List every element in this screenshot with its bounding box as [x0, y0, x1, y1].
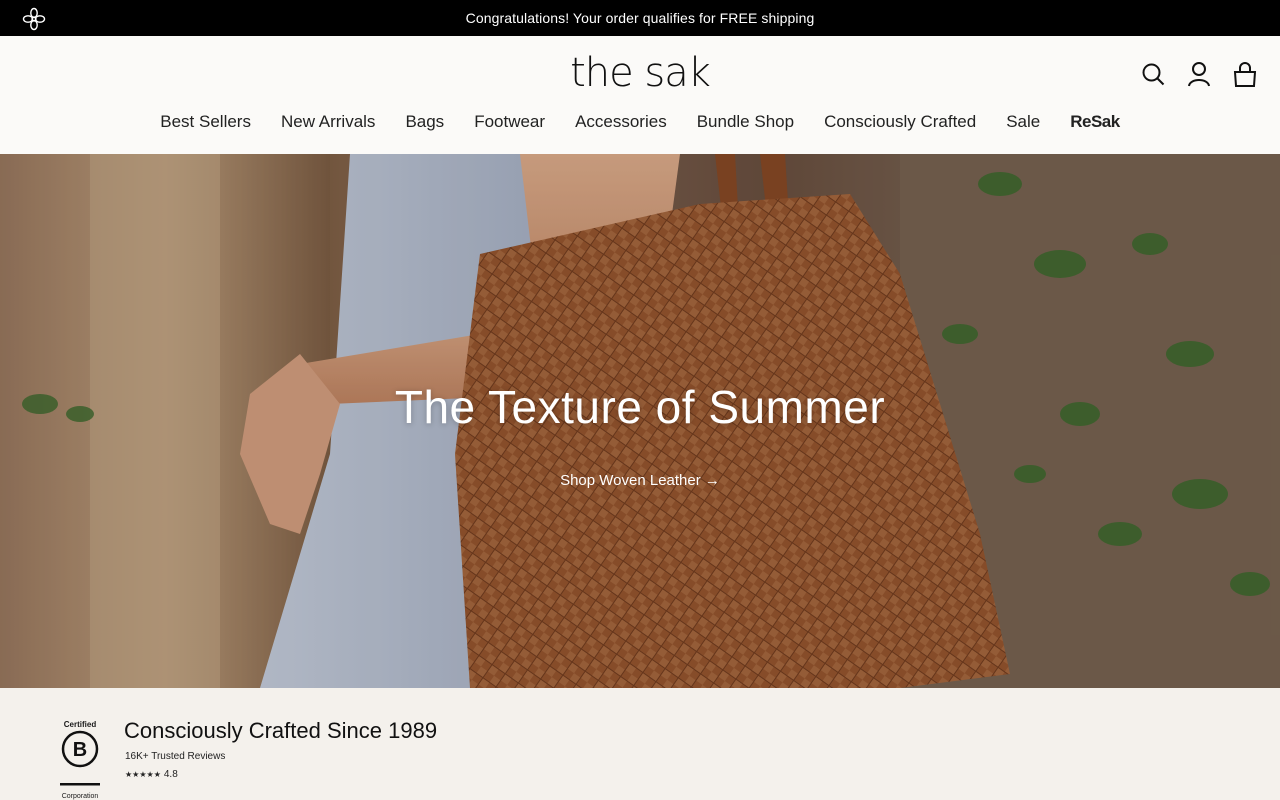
nav-best-sellers[interactable]: Best Sellers — [145, 112, 266, 132]
rating-value: 4.8 — [163, 769, 178, 780]
nav-sale[interactable]: Sale — [991, 112, 1055, 132]
svg-text:B: B — [73, 739, 87, 761]
bag-icon[interactable] — [1232, 60, 1258, 88]
nav-new-arrivals[interactable]: New Arrivals — [266, 112, 390, 132]
hero-banner[interactable]: The Texture of Summer Shop Woven Leather… — [0, 154, 1280, 688]
site-header: the sak Best Sellers New Arrivals Bags F… — [0, 36, 1280, 154]
flower-logo-icon[interactable] — [22, 7, 46, 31]
nav-bags[interactable]: Bags — [390, 112, 459, 132]
logo[interactable]: the sak — [0, 50, 1280, 96]
bcorp-badge: Certified B Corporation — [58, 720, 102, 800]
bcorp-corporation-label: Corporation — [61, 793, 99, 800]
nav-resak[interactable]: ReSak — [1055, 112, 1134, 132]
nav-consciously-crafted[interactable]: Consciously Crafted — [809, 112, 991, 132]
bcorp-certified-label: Certified — [63, 720, 97, 729]
trust-strip: Certified B Corporation Consciously Craf… — [0, 688, 1280, 800]
bcorp-icon: B — [61, 730, 99, 768]
main-nav: Best Sellers New Arrivals Bags Footwear … — [0, 112, 1280, 132]
rating[interactable]: ★★★★★ 4.8 — [125, 769, 178, 780]
account-icon[interactable] — [1186, 60, 1212, 88]
hero-cta-link[interactable]: Shop Woven Leather → — [0, 472, 1280, 489]
strip-title: Consciously Crafted Since 1989 — [124, 718, 438, 743]
announcement-text: Congratulations! Your order qualifies fo… — [465, 10, 815, 26]
hero-title: The Texture of Summer — [394, 381, 886, 433]
nav-bundle-shop[interactable]: Bundle Shop — [682, 112, 809, 132]
nav-accessories[interactable]: Accessories — [560, 112, 682, 132]
announcement-bar: Congratulations! Your order qualifies fo… — [0, 0, 1280, 36]
star-rating-icon: ★★★★★ — [125, 770, 161, 779]
search-icon[interactable] — [1140, 60, 1166, 88]
header-icons — [1140, 60, 1258, 88]
trusted-reviews-text[interactable]: 16K+ Trusted Reviews — [125, 751, 225, 762]
nav-footwear[interactable]: Footwear — [459, 112, 560, 132]
